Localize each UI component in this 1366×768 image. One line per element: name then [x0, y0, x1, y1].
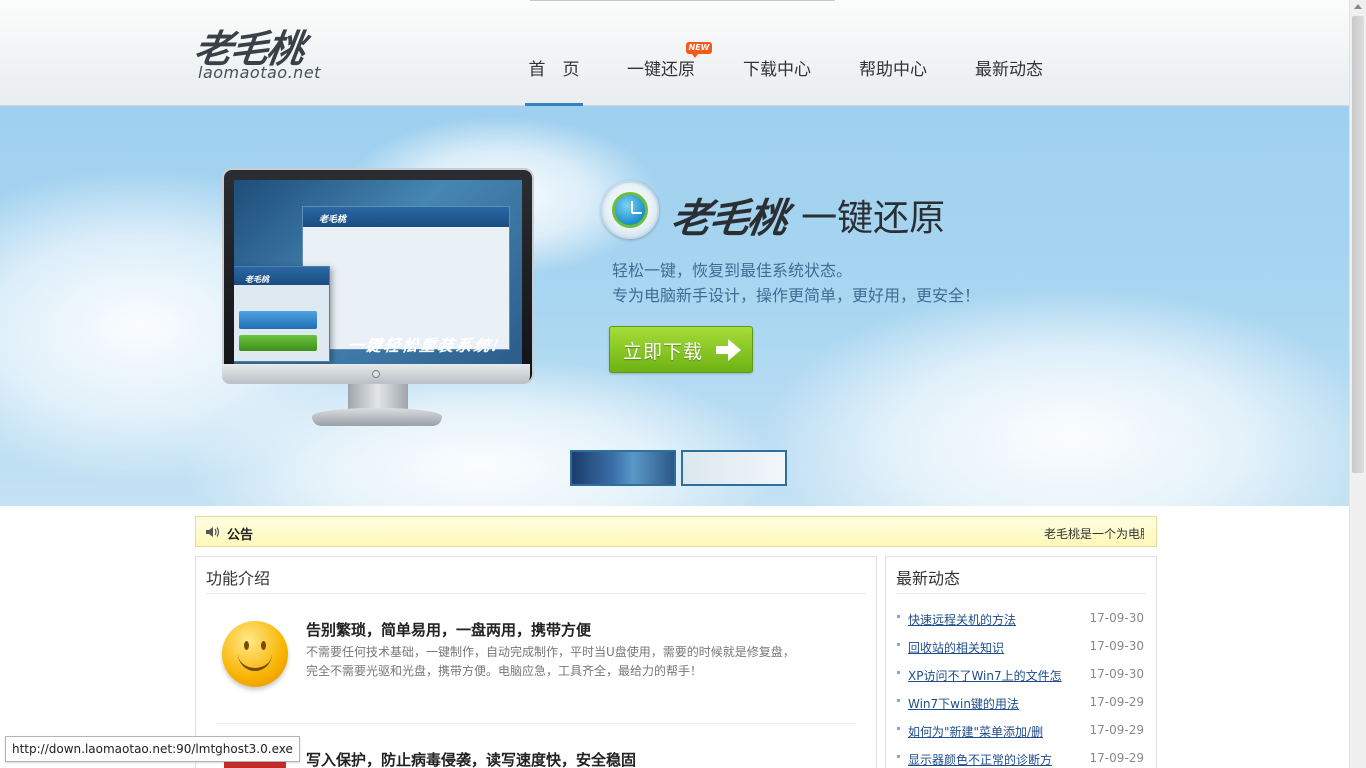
news-item: Win7下win键的用法 17-09-29: [896, 692, 1148, 714]
scroll-up-icon[interactable]: [1354, 4, 1362, 9]
scroll-thumb[interactable]: [1352, 16, 1364, 473]
news-date: 17-09-30: [1089, 611, 1144, 625]
download-now-button[interactable]: 立即下载: [609, 326, 753, 373]
news-item: 回收站的相关知识 17-09-30: [896, 636, 1148, 658]
cloud-decoration: [760, 286, 1349, 506]
nav-help-label: 帮助中心: [859, 60, 927, 80]
smiley-icon: [222, 621, 288, 687]
news-link[interactable]: Win7下win键的用法: [908, 695, 1078, 712]
monitor-power-icon: [372, 370, 380, 378]
notice-title: 公告: [227, 528, 254, 543]
feature-desc-1: 不需要任何技术基础，一键制作，自动完成制作，平时当U盘使用，需要的时候就是修复盘…: [306, 645, 795, 678]
news-link[interactable]: XP访问不了Win7上的文件怎: [908, 667, 1078, 684]
nav-latest-news[interactable]: 最新动态: [972, 48, 1046, 106]
panel-divider: [896, 593, 1146, 594]
news-link[interactable]: 显示器颜色不正常的诊断方: [908, 751, 1078, 768]
monitor-base: [312, 408, 442, 426]
hero-banner: 老毛桃 老毛桃 一键轻松重装系统! 老毛桃 一键还原 轻松一键，恢复到最佳系统状…: [0, 106, 1349, 506]
screen-logo-text: 老毛桃: [319, 215, 347, 225]
news-panel-title: 最新动态: [896, 569, 961, 588]
speaker-icon: [206, 527, 220, 537]
arrow-right-icon: [716, 339, 742, 361]
app-dialog-illustration: 老毛桃: [234, 266, 330, 362]
slide-thumbnail-2[interactable]: [681, 450, 787, 486]
illustration-green-button: [239, 335, 317, 351]
site-logo[interactable]: 老毛桃 laomaotao.net: [191, 18, 345, 88]
nav-home[interactable]: 首 页: [525, 48, 583, 106]
features-panel-title: 功能介绍: [206, 569, 271, 588]
screen-logo-text-small: 老毛桃: [245, 275, 269, 284]
monitor-illustration: 老毛桃 老毛桃 一键轻松重装系统!: [222, 168, 534, 430]
bullet-icon: [897, 643, 900, 646]
banner-brand-subtitle: 一键还原: [801, 198, 946, 239]
nav-news-label: 最新动态: [975, 60, 1043, 80]
news-date: 17-09-29: [1089, 723, 1144, 737]
news-date: 17-09-30: [1089, 667, 1144, 681]
download-now-label: 立即下载: [623, 341, 704, 363]
monitor-frame: 老毛桃 老毛桃 一键轻松重装系统!: [222, 168, 534, 384]
bullet-icon: [897, 615, 900, 618]
feature-title-1: 告别繁琐，简单易用，一盘两用，携带方便: [306, 621, 592, 639]
banner-title: 老毛桃 一键还原: [668, 186, 946, 244]
browser-status-bar: http://down.laomaotao.net:90/lmtghost3.0…: [5, 736, 300, 762]
page-scrollbar[interactable]: [1349, 0, 1366, 768]
news-panel: 最新动态 快速远程关机的方法 17-09-30 回收站的相关知识 17-09-3…: [885, 556, 1157, 768]
nav-download-center[interactable]: 下载中心: [740, 48, 814, 106]
news-link[interactable]: 如何为"新建"菜单添加/删: [908, 723, 1078, 740]
news-link[interactable]: 回收站的相关知识: [908, 639, 1078, 656]
screen-slogan: 一键轻松重装系统!: [346, 336, 503, 355]
banner-brand-logo: 老毛桃: [668, 195, 789, 242]
notice-marquee-text[interactable]: 老毛桃是一个为电脑: [1044, 525, 1144, 542]
news-item: 快速远程关机的方法 17-09-30: [896, 608, 1148, 630]
bullet-icon: [897, 755, 900, 758]
news-link[interactable]: 快速远程关机的方法: [908, 611, 1078, 628]
news-date: 17-09-29: [1089, 695, 1144, 709]
notice-bar: 公告 老毛桃是一个为电脑: [195, 516, 1157, 547]
top-divider: [530, 0, 835, 1]
banner-tagline-1: 轻松一键，恢复到最佳系统状态。: [612, 261, 853, 280]
illustration-blue-button: [239, 311, 317, 329]
nav-one-key-restore[interactable]: 一键还原: [624, 48, 698, 106]
news-item: 如何为"新建"菜单添加/删 17-09-29: [896, 720, 1148, 742]
panel-divider: [206, 593, 866, 594]
news-item: 显示器颜色不正常的诊断方 17-09-29: [896, 748, 1148, 768]
bullet-icon: [897, 727, 900, 730]
news-date: 17-09-29: [1089, 751, 1144, 765]
monitor-screen: 老毛桃 老毛桃 一键轻松重装系统!: [234, 180, 522, 364]
nav-restore-label: 一键还原: [627, 60, 695, 80]
bullet-icon: [897, 699, 900, 702]
bullet-icon: [897, 671, 900, 674]
nav-help-center[interactable]: 帮助中心: [856, 48, 930, 106]
app-window-illustration: 老毛桃: [302, 206, 510, 350]
feature-divider: [216, 723, 856, 724]
new-badge: NEW: [686, 42, 712, 58]
page: 老毛桃 laomaotao.net 首 页 一键还原 下载中心 帮助中心 最新动…: [0, 0, 1366, 768]
news-date: 17-09-30: [1089, 639, 1144, 653]
site-header: 老毛桃 laomaotao.net 首 页 一键还原 下载中心 帮助中心 最新动…: [0, 0, 1349, 106]
nav-download-label: 下载中心: [743, 60, 811, 80]
feature-title-2: 写入保护，防止病毒侵袭，读写速度快，安全稳固: [306, 751, 637, 768]
nav-home-label: 首 页: [528, 60, 580, 80]
slide-thumbnail-1[interactable]: [570, 450, 676, 486]
logo-en-text: laomaotao.net: [198, 63, 321, 82]
news-item: XP访问不了Win7上的文件怎 17-09-30: [896, 664, 1148, 686]
restore-clock-icon: [601, 181, 659, 239]
banner-tagline-2: 专为电脑新手设计，操作更简单，更好用，更安全！: [612, 286, 981, 305]
